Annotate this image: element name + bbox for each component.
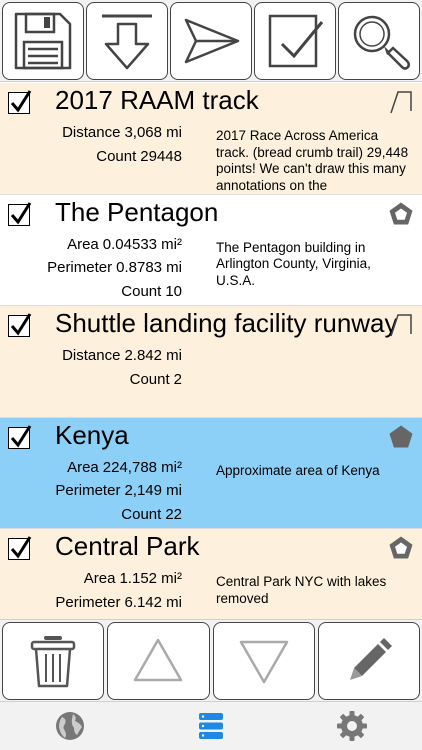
stat-value: 224,788 mi² [102, 458, 182, 476]
item-title: Shuttle landing facility runway [55, 308, 398, 338]
edit-pencil-icon [349, 638, 392, 680]
top-toolbar [0, 0, 422, 82]
checkmark-icon [10, 424, 32, 448]
move-down-button[interactable] [212, 622, 315, 700]
item-checkbox[interactable] [8, 90, 32, 114]
stat-row: Area 224,788 mi² [0, 456, 210, 480]
item-title: Central Park [55, 531, 200, 561]
checkmark-icon [10, 313, 32, 336]
stat-label: Count [129, 370, 170, 388]
stat-label: Area [83, 570, 116, 587]
stat-label: Count [121, 282, 162, 300]
stat-row: Count 2 [0, 368, 210, 392]
stat-label: Distance [62, 124, 121, 141]
stat-label: Count [121, 505, 162, 523]
item-stats: Area 0.04533 mi² Perimeter 0.8783 mi Count… [0, 233, 210, 304]
search-icon [353, 15, 411, 70]
list-item[interactable]: Central Park Area 1.152 mi² Perimeter 6.14… [0, 529, 422, 619]
stat-value: 3,068 mi [124, 124, 182, 141]
item-checkbox[interactable] [8, 313, 32, 337]
item-description: Central Park NYC with lakes removed [216, 574, 387, 606]
delete-button[interactable] [2, 622, 105, 700]
select-all-icon [268, 14, 324, 68]
stat-row: Count 10 [0, 280, 210, 304]
stat-value: 0.04533 mi² [102, 235, 182, 253]
list-item[interactable]: The Pentagon Area 0.04533 mi² Perimeter 0.… [0, 194, 422, 306]
database-icon [199, 713, 223, 739]
globe-icon [56, 712, 85, 740]
stat-row: Perimeter 6.142 mi [0, 591, 210, 615]
stat-value: 0.8783 mi [116, 259, 182, 276]
move-up-icon [134, 638, 183, 682]
polygon-icon [389, 425, 413, 447]
stat-label: Perimeter [55, 482, 121, 499]
item-stats: Area 224,788 mi² Perimeter 2,149 mi Count 2… [0, 456, 210, 527]
polygon-icon [389, 202, 413, 224]
save-icon [14, 12, 72, 70]
send-icon [184, 18, 240, 64]
list-item[interactable]: Shuttle landing facility runway Distance… [0, 306, 422, 418]
tab-map[interactable] [0, 702, 141, 750]
path-icon [390, 314, 412, 337]
path-icon [390, 91, 412, 114]
stat-value: 2 [173, 370, 182, 388]
item-stats: Distance 3,068 mi Count 29448 [0, 121, 210, 168]
edit-button[interactable] [317, 622, 420, 700]
item-title: 2017 RAAM track [55, 85, 259, 115]
checkmark-icon [10, 536, 32, 559]
stat-row: Count 22 [0, 503, 210, 527]
item-stats: Distance 2.842 mi Count 2 [0, 344, 210, 391]
polygon-icon [389, 536, 413, 559]
stat-row: Distance 2.842 mi [0, 344, 210, 368]
stat-value: 1.152 mi² [119, 570, 182, 587]
stat-label: Area [67, 235, 99, 253]
item-title: Kenya [55, 419, 129, 450]
stat-value: 10 [165, 282, 182, 300]
checkmark-icon [10, 201, 32, 225]
stat-row: Count 29448 [0, 145, 210, 169]
send-button[interactable] [170, 2, 252, 80]
move-up-button[interactable] [107, 622, 210, 700]
stat-value: 29448 [140, 147, 182, 165]
item-checkbox[interactable] [8, 536, 32, 560]
save-button[interactable] [2, 2, 84, 80]
tab-bar [0, 701, 422, 750]
stat-value: 2.842 mi [124, 347, 182, 364]
stat-label: Perimeter [47, 259, 113, 276]
import-button[interactable] [86, 2, 168, 80]
stat-label: Count [96, 147, 137, 165]
item-description: Approximate area of Kenya [216, 462, 380, 478]
item-title: The Pentagon [55, 196, 219, 227]
item-description: The Pentagon building in Arlington Count… [216, 239, 371, 288]
list-item[interactable]: 2017 RAAM track Distance 3,068 mi Count 29… [0, 83, 422, 195]
stat-row: Area 0.04533 mi² [0, 233, 210, 257]
stat-row: Perimeter 2,149 mi [0, 479, 210, 503]
stat-row: Perimeter 0.8783 mi [0, 256, 210, 280]
stat-row: Distance 3,068 mi [0, 121, 210, 145]
item-stats: Area 1.152 mi² Perimeter 6.142 mi [0, 567, 210, 614]
trash-icon [30, 636, 76, 688]
tab-list[interactable] [141, 702, 282, 750]
stat-label: Distance [62, 347, 121, 364]
item-checkbox[interactable] [8, 201, 32, 226]
move-down-icon [239, 640, 288, 684]
gear-icon [336, 711, 367, 741]
annotation-list[interactable]: 2017 RAAM track Distance 3,068 mi Count 29… [0, 83, 422, 619]
tab-settings[interactable] [281, 702, 422, 750]
stat-value: 22 [165, 505, 182, 523]
list-item-selected[interactable]: Kenya Area 224,788 mi² Perimeter 2,149 mi … [0, 417, 422, 529]
item-description: 2017 Race Across America track. (bread c… [216, 128, 409, 193]
action-toolbar [0, 619, 422, 701]
stat-value: 2,149 mi [124, 482, 182, 499]
checkmark-icon [10, 90, 32, 113]
stat-value: 6.142 mi [124, 593, 182, 611]
stat-label: Perimeter [55, 593, 121, 611]
item-checkbox[interactable] [8, 424, 32, 449]
select-all-button[interactable] [254, 2, 336, 80]
import-icon [102, 14, 152, 70]
stat-row: Area 1.152 mi² [0, 567, 210, 591]
search-button[interactable] [338, 2, 420, 80]
stat-label: Area [67, 458, 99, 476]
